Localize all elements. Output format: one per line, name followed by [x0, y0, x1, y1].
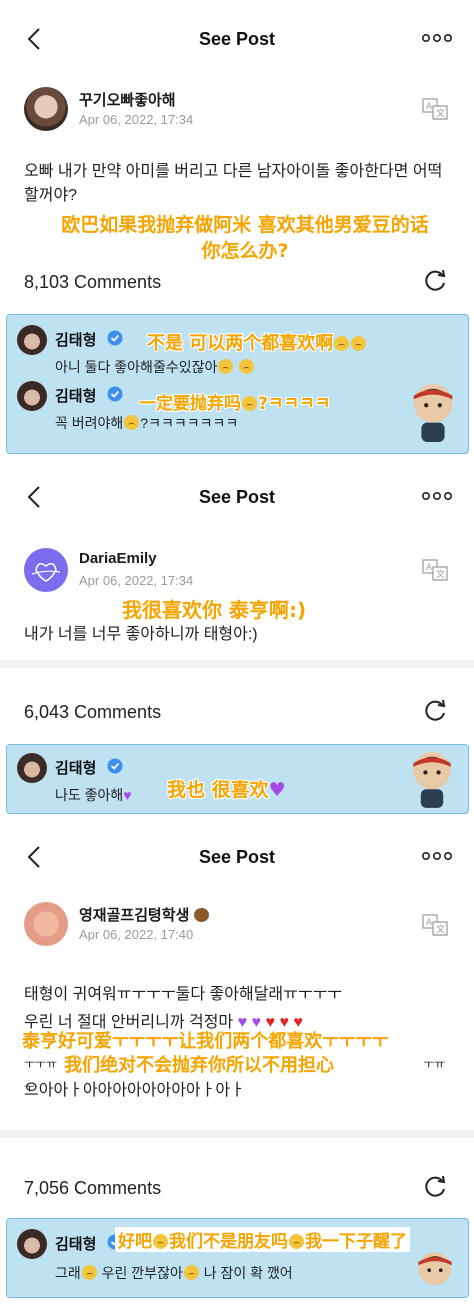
comment-author[interactable]: 김태형 [55, 329, 96, 350]
author-name[interactable]: DariaEmily [79, 550, 157, 567]
post-author: 영재골프김텽학생 Apr 06, 2022, 17:40 [24, 902, 444, 948]
emoji-icon [81, 1265, 97, 1280]
translate-icon[interactable]: A文 [422, 914, 448, 936]
emoji-icon [183, 1265, 199, 1280]
post-panel-3: See Post 영재골프김텽학생 Apr 06, 2022, 17:40 A文… [0, 830, 474, 1306]
post-date: Apr 06, 2022, 17:34 [79, 573, 194, 588]
refresh-icon[interactable] [422, 698, 448, 724]
translation-overlay: 泰亨好可爱ㅜㅜㅜㅜ让我们两个都喜欢ㅜㅜㅜㅜ [22, 1031, 389, 1052]
post-author: DariaEmily Apr 06, 2022, 17:34 [24, 548, 444, 594]
refresh-icon[interactable] [422, 1174, 448, 1200]
verified-icon [107, 386, 123, 402]
comments-header: 7,056 Comments [24, 1174, 450, 1204]
post-text: 내가 너를 너무 좋아하니까 태형아:) [24, 626, 258, 643]
top-bar: See Post [0, 835, 474, 879]
bear-sticker-icon [413, 751, 451, 808]
comment-text: 아니 둘다 좋아해줄수있잖아 [55, 357, 255, 377]
comments-count: 8,103 Comments [24, 272, 162, 292]
emoji-icon [242, 396, 257, 411]
translation-overlay: 我也 很喜欢♥ [167, 779, 286, 801]
translation-overlay: 我们绝对不会抛弃你所以不用担心 [64, 1055, 334, 1076]
post-text-line: 으아아ㅏ아아아아아아아아ㅏ아ㅏ [24, 1082, 245, 1099]
post-panel-2: See Post DariaEmily Apr 06, 2022, 17:34 … [0, 470, 474, 830]
comment-box: 김태형 그래 우린 깐부잖아 나 잠이 확 깼어 好吧 我们不是朋友吗 我一下子醒了 [6, 1218, 469, 1298]
comments-header: 8,103 Comments [24, 268, 450, 298]
translation-overlay: 不是 可以两个都喜欢啊 [147, 329, 367, 355]
bear-sticker-icon [413, 383, 453, 442]
emoji-icon [334, 336, 350, 351]
avatar[interactable] [17, 381, 47, 411]
translation-overlay: 好吧 我们不是朋友吗 我一下子醒了 [115, 1227, 410, 1252]
bear-sticker-icon [418, 1251, 452, 1286]
comment-text: 꼭 버려야해 ?ㅋㅋㅋㅋㅋㅋㅋ [55, 415, 239, 431]
top-bar: See Post [0, 17, 474, 61]
comments-count: 6,043 Comments [24, 702, 162, 722]
svg-text:文: 文 [436, 107, 445, 119]
comment-text: 나도 좋아해♥ [55, 787, 132, 803]
avatar[interactable] [24, 902, 68, 946]
comment-author[interactable]: 김태형 [55, 385, 96, 406]
comment-text: 그래 우린 깐부잖아 나 잠이 확 깼어 [55, 1265, 293, 1281]
comment-box: 김태형 아니 둘다 좋아해줄수있잖아 不是 可以两个都喜欢啊 김태형 꼭 버려야… [6, 314, 469, 454]
comment-box: 김태형 나도 좋아해♥ 我也 很喜欢♥ [6, 744, 469, 814]
post-panel-1: See Post 꾸기오빠좋아해 Apr 06, 2022, 17:34 A文 … [0, 0, 474, 470]
emoji-icon [153, 1234, 168, 1249]
svg-text:文: 文 [436, 568, 445, 580]
avatar[interactable] [17, 325, 47, 355]
translation-overlay: 我很喜欢你 泰亨啊:) [122, 598, 307, 622]
page-title: See Post [198, 487, 276, 507]
svg-text:A: A [426, 563, 433, 573]
refresh-icon[interactable] [422, 268, 448, 294]
post-date: Apr 06, 2022, 17:34 [79, 112, 194, 127]
emoji-icon [239, 359, 255, 374]
comments-header: 6,043 Comments [24, 698, 450, 728]
comment-author[interactable]: 김태형 [55, 1233, 96, 1254]
emoji-icon [218, 359, 234, 374]
heart-icon: ♥ [123, 787, 132, 803]
divider [0, 1130, 474, 1138]
verified-icon [107, 330, 123, 346]
divider [0, 660, 474, 668]
post-text: 오빠 내가 만약 아미를 버리고 다른 남자아이돌 좋아한다면 어떡할꺼야? [24, 163, 443, 204]
page-title: See Post [198, 847, 276, 867]
more-icon[interactable] [422, 850, 452, 862]
author-name[interactable]: 꾸기오빠좋아해 [79, 89, 176, 110]
translate-icon[interactable]: A文 [422, 98, 448, 120]
bear-emoji-icon [193, 908, 209, 922]
post-date: Apr 06, 2022, 17:40 [79, 927, 194, 942]
top-bar: See Post [0, 475, 474, 519]
avatar[interactable] [24, 87, 68, 131]
avatar[interactable] [17, 753, 47, 783]
comments-count: 7,056 Comments [24, 1178, 162, 1198]
emoji-icon [351, 336, 367, 351]
page-title: See Post [198, 29, 276, 49]
svg-text:A: A [426, 102, 433, 112]
translate-icon[interactable]: A文 [422, 559, 448, 581]
post-author: 꾸기오빠좋아해 Apr 06, 2022, 17:34 [24, 87, 444, 133]
comment-author[interactable]: 김태형 [55, 757, 96, 778]
author-name[interactable]: 영재골프김텽학생 [79, 904, 209, 925]
heart-logo-icon [31, 562, 61, 582]
avatar[interactable] [17, 1229, 47, 1259]
heart-icon: ♥ [268, 779, 286, 801]
translation-overlay: 一定要抛弃吗 ?ㅋㅋㅋㅋ [139, 394, 331, 414]
emoji-icon [124, 415, 140, 430]
post-text-line: 태형이 귀여워ㅠㅜㅜㅜ둘다 좋아해달래ㅠㅜㅜㅜ [24, 986, 343, 1003]
more-icon[interactable] [422, 32, 452, 44]
svg-text:A: A [426, 918, 433, 928]
more-icon[interactable] [422, 490, 452, 502]
emoji-icon [289, 1234, 304, 1249]
verified-icon [107, 758, 123, 774]
avatar[interactable] [24, 548, 68, 592]
svg-text:文: 文 [436, 923, 445, 935]
